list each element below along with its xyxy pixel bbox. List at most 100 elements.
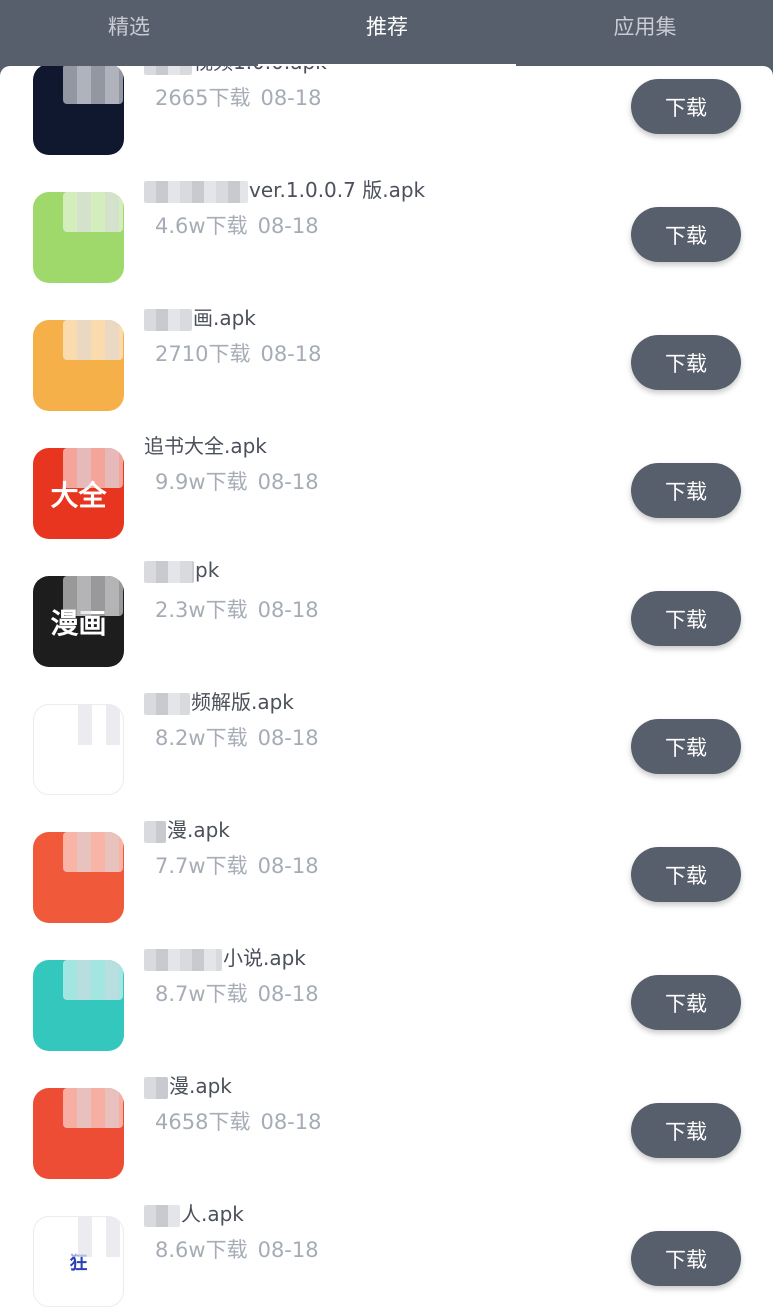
- app-name: 画.apk: [144, 302, 256, 331]
- redaction-mask: [144, 948, 222, 971]
- app-name: ver.1.0.0.7 版.apk: [144, 174, 425, 203]
- download-button[interactable]: 下载: [631, 207, 741, 262]
- download-button[interactable]: 下载: [631, 975, 741, 1030]
- app-meta: 2.3w下载 08-18: [155, 594, 319, 624]
- download-count: 4658下载: [155, 1110, 251, 1134]
- upload-date: 08-18: [257, 470, 319, 494]
- pixelated-mask: [63, 66, 123, 104]
- redaction-mask: [144, 180, 248, 203]
- app-meta: 8.2w下载 08-18: [155, 722, 319, 752]
- upload-date: 08-18: [257, 598, 319, 622]
- download-button[interactable]: 下载: [631, 1103, 741, 1158]
- download-button[interactable]: 下载: [631, 847, 741, 902]
- app-list: 视频1.0.0.apk 2665下载 08-18 下载 ver.1.0.0.7 版.ap…: [0, 66, 773, 1310]
- list-item[interactable]: 大全 追书大全.apk 9.9w下载 08-18 下载: [0, 420, 773, 548]
- upload-date: 08-18: [260, 1110, 322, 1134]
- app-icon: 漫画: [33, 576, 124, 667]
- pixelated-mask: [64, 705, 123, 745]
- download-count: 2.3w下载: [155, 598, 248, 622]
- redaction-mask: [144, 66, 192, 75]
- tab-recommended[interactable]: 推荐: [258, 0, 516, 66]
- list-item[interactable]: 视频1.0.0.apk 2665下载 08-18 下载: [0, 66, 773, 164]
- download-button[interactable]: 下载: [631, 79, 741, 134]
- pixelated-mask: [63, 320, 123, 360]
- list-item[interactable]: 漫.apk 4658下载 08-18 下载: [0, 1060, 773, 1188]
- list-item[interactable]: 漫画 pk 2.3w下载 08-18 下载: [0, 548, 773, 676]
- download-button[interactable]: 下载: [631, 335, 741, 390]
- app-icon: [33, 832, 124, 923]
- app-name: 漫.apk: [144, 814, 230, 843]
- download-count: 8.6w下载: [155, 1238, 248, 1262]
- app-meta: 8.6w下载 08-18: [155, 1234, 319, 1264]
- pixelated-mask: [63, 960, 123, 1000]
- app-icon: [33, 320, 124, 411]
- app-meta: 4.6w下载 08-18: [155, 210, 319, 240]
- upload-date: 08-18: [257, 854, 319, 878]
- app-name-text: 视频1.0.0.apk: [193, 66, 327, 74]
- app-name: 频解版.apk: [144, 686, 294, 715]
- list-item[interactable]: 漫.apk 7.7w下载 08-18 下载: [0, 804, 773, 932]
- app-meta: 2710下载 08-18: [155, 338, 321, 368]
- app-meta: 2665下载 08-18: [155, 82, 321, 112]
- upload-date: 08-18: [257, 1238, 319, 1262]
- app-icon: [33, 192, 124, 283]
- tab-featured[interactable]: 精选: [0, 0, 258, 66]
- app-meta: 8.7w下载 08-18: [155, 978, 319, 1008]
- download-count: 2710下载: [155, 342, 251, 366]
- upload-date: 08-18: [257, 982, 319, 1006]
- download-count: 8.2w下载: [155, 726, 248, 750]
- app-name-text: pk: [195, 558, 220, 582]
- top-tab-bar: 精选 推荐 应用集: [0, 0, 773, 67]
- redaction-mask: [144, 1076, 168, 1099]
- app-name: 小说.apk: [144, 942, 306, 971]
- app-name: pk: [144, 558, 219, 583]
- download-count: 7.7w下载: [155, 854, 248, 878]
- upload-date: 08-18: [260, 86, 322, 110]
- redaction-mask: [144, 560, 194, 583]
- app-icon: 狂: [33, 1216, 124, 1307]
- app-name-text: 人.apk: [181, 1202, 244, 1226]
- app-name-text: 漫.apk: [167, 818, 230, 842]
- tab-app-collections[interactable]: 应用集: [516, 0, 773, 66]
- app-meta: 4658下载 08-18: [155, 1106, 321, 1136]
- app-name-text: 小说.apk: [223, 946, 306, 970]
- app-name: 漫.apk: [144, 1070, 232, 1099]
- download-count: 4.6w下载: [155, 214, 248, 238]
- app-name-text: 追书大全.apk: [144, 434, 267, 458]
- download-button[interactable]: 下载: [631, 591, 741, 646]
- redaction-mask: [144, 820, 166, 843]
- pixelated-mask: [63, 448, 123, 488]
- list-item[interactable]: ver.1.0.0.7 版.apk 4.6w下载 08-18 下载: [0, 164, 773, 292]
- app-icon: [33, 960, 124, 1051]
- redaction-mask: [144, 308, 192, 331]
- app-name-text: ver.1.0.0.7 版.apk: [249, 178, 426, 202]
- list-item[interactable]: 频解版.apk 8.2w下载 08-18 下载: [0, 676, 773, 804]
- upload-date: 08-18: [260, 342, 322, 366]
- list-item[interactable]: 小说.apk 8.7w下载 08-18 下载: [0, 932, 773, 1060]
- list-item[interactable]: 画.apk 2710下载 08-18 下载: [0, 292, 773, 420]
- download-count: 8.7w下载: [155, 982, 248, 1006]
- pixelated-mask: [63, 1088, 123, 1128]
- app-name: 人.apk: [144, 1198, 244, 1227]
- app-name-text: 频解版.apk: [191, 690, 294, 714]
- download-button[interactable]: 下载: [631, 463, 741, 518]
- redaction-mask: [144, 1204, 180, 1227]
- app-icon: [33, 1088, 124, 1179]
- pixelated-mask: [63, 192, 123, 232]
- app-name: 视频1.0.0.apk: [144, 66, 327, 75]
- app-icon: 大全: [33, 448, 124, 539]
- pixelated-mask: [64, 1217, 123, 1257]
- list-item[interactable]: 狂 人.apk 8.6w下载 08-18 下载: [0, 1188, 773, 1310]
- app-name-text: 漫.apk: [169, 1074, 232, 1098]
- app-icon: [33, 66, 124, 155]
- upload-date: 08-18: [257, 726, 319, 750]
- pixelated-mask: [63, 576, 123, 616]
- app-name-text: 画.apk: [193, 306, 256, 330]
- pixelated-mask: [63, 832, 123, 872]
- download-button[interactable]: 下载: [631, 719, 741, 774]
- download-button[interactable]: 下载: [631, 1231, 741, 1286]
- app-name: 追书大全.apk: [144, 430, 267, 459]
- upload-date: 08-18: [257, 214, 319, 238]
- app-meta: 7.7w下载 08-18: [155, 850, 319, 880]
- redaction-mask: [144, 692, 190, 715]
